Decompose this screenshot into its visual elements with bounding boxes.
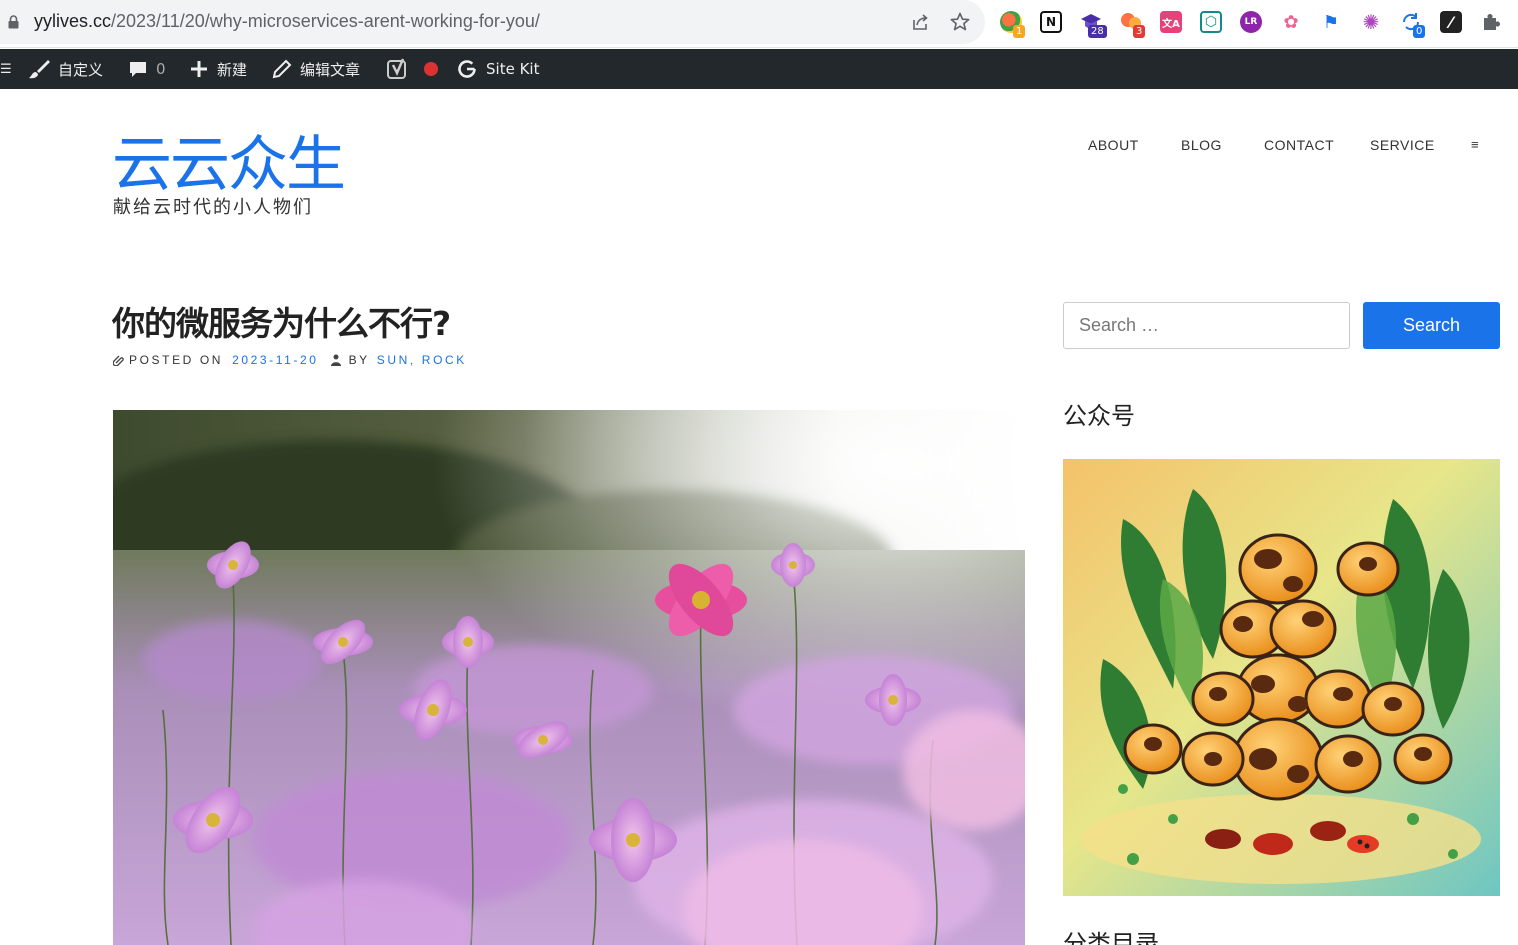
openai-icon[interactable]: ✺: [1360, 10, 1382, 34]
site-kit-link[interactable]: Site Kit: [456, 49, 539, 89]
translate-extension-icon[interactable]: 文A: [1160, 11, 1182, 33]
url-path: /2023/11/20/why-microservices-arent-work…: [111, 11, 540, 31]
post-authors-link[interactable]: SUN, ROCK: [377, 353, 467, 367]
pencil-icon: [272, 59, 292, 79]
widget-title-wechat: 公众号: [1063, 402, 1135, 430]
plus-icon: [191, 61, 207, 77]
extensions-puzzle-icon[interactable]: [1480, 11, 1502, 33]
comments-link[interactable]: 0: [128, 49, 166, 89]
comment-bubble-icon: [130, 62, 146, 77]
wp-admin-bar: ☰ 自定义 0 新建 编辑文章 Site Kit: [0, 49, 1518, 89]
url-text[interactable]: yylives.cc/2023/11/20/why-microservices-…: [34, 11, 540, 32]
browser-toolbar: yylives.cc/2023/11/20/why-microservices-…: [0, 0, 1518, 48]
widget-title-categories: 分类目录: [1063, 930, 1159, 945]
customize-label: 自定义: [58, 60, 104, 79]
user-icon: [330, 354, 341, 366]
share-icon[interactable]: [909, 11, 931, 33]
network-extension-icon[interactable]: ⬡: [1200, 11, 1222, 33]
bookmark-star-icon[interactable]: [949, 11, 971, 33]
search-button[interactable]: Search: [1363, 302, 1500, 349]
google-g-icon: [458, 60, 476, 78]
notion-icon[interactable]: N: [1040, 11, 1062, 33]
wechat-widget-image: [1063, 459, 1500, 896]
by-label: BY: [348, 353, 370, 367]
red-status-dot-icon: [424, 62, 438, 76]
yoast-icon: [387, 58, 406, 79]
new-content-label: 新建: [217, 60, 248, 79]
extension-badge: 3: [1133, 25, 1146, 38]
comments-count: 0: [156, 60, 166, 78]
flower-field-illustration: [113, 410, 1025, 945]
flag-extension-icon[interactable]: ⚑: [1320, 11, 1342, 33]
paperclip-icon: [113, 355, 124, 366]
nav-about[interactable]: ABOUT: [1088, 137, 1139, 153]
lr-extension-icon[interactable]: LR: [1240, 11, 1262, 33]
nav-contact[interactable]: CONTACT: [1264, 137, 1334, 153]
nav-service[interactable]: SERVICE: [1370, 137, 1435, 153]
edit-post-link[interactable]: 编辑文章: [272, 49, 360, 89]
extension-badge: 0: [1413, 25, 1426, 38]
admin-menu-icon[interactable]: ☰: [0, 49, 12, 89]
site-title[interactable]: 云云众生: [112, 116, 346, 203]
posted-on-label: POSTED ON: [129, 353, 224, 367]
extension-badge: 28: [1088, 25, 1107, 38]
weibo-icon[interactable]: ✿: [1280, 11, 1302, 33]
ant-colony-illustration: [1063, 459, 1500, 896]
post-meta: POSTED ON 2023-11-20 BY SUN, ROCK: [113, 353, 467, 367]
slash-extension-icon[interactable]: ⁄: [1440, 11, 1462, 33]
seo-status-indicator: [423, 49, 447, 89]
featured-image-cosmos-flowers: [113, 410, 1025, 945]
nav-menu-toggle-icon[interactable]: ≡: [1471, 137, 1479, 152]
nav-blog[interactable]: BLOG: [1181, 137, 1222, 153]
post-date-link[interactable]: 2023-11-20: [232, 353, 319, 367]
url-domain: yylives.cc: [34, 11, 112, 31]
edit-post-label: 编辑文章: [300, 60, 361, 79]
site-tagline: 献给云时代的小人物们: [113, 197, 313, 218]
paintbrush-icon: [29, 60, 50, 79]
yoast-seo-menu[interactable]: [387, 49, 417, 89]
search-input[interactable]: [1063, 302, 1350, 349]
new-content-link[interactable]: 新建: [189, 49, 247, 89]
site-kit-label: Site Kit: [486, 60, 540, 78]
lock-icon[interactable]: [8, 15, 19, 29]
puzzle-piece-icon: [1484, 14, 1500, 30]
post-title: 你的微服务为什么不行?: [112, 304, 451, 343]
address-bar[interactable]: yylives.cc/2023/11/20/why-microservices-…: [0, 0, 985, 44]
customize-link[interactable]: 自定义: [28, 49, 103, 89]
extension-badge: 1: [1013, 25, 1026, 38]
